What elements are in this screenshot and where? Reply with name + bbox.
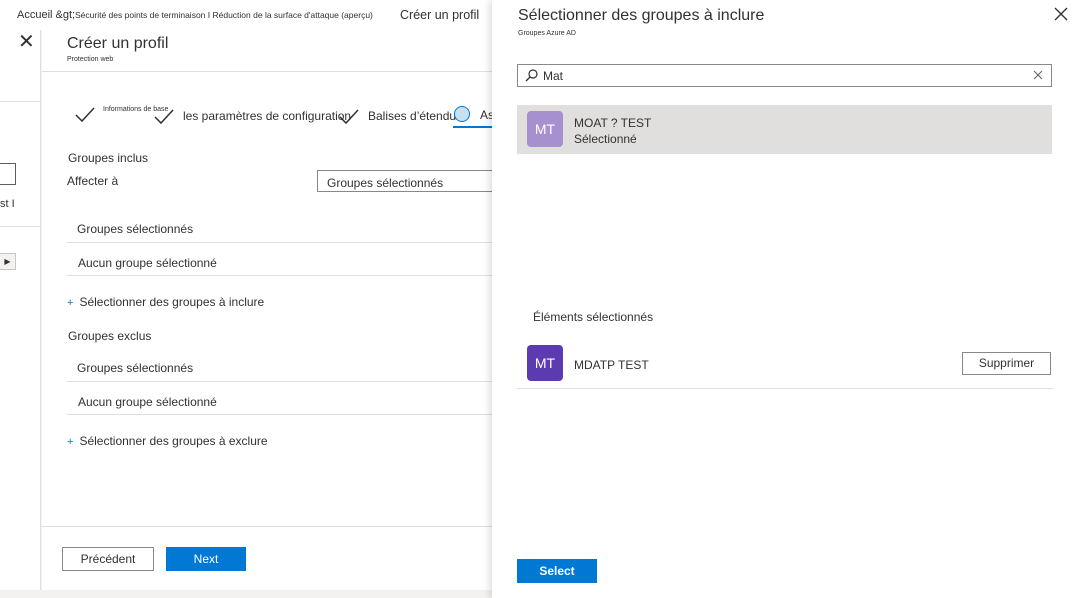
next-button[interactable]: Next	[166, 547, 246, 571]
close-profile-icon[interactable]: ✕	[18, 32, 35, 52]
divider	[517, 388, 1053, 389]
divider	[0, 226, 41, 227]
page-title: Créer un profil	[67, 35, 169, 52]
create-profile-panel: Créer un profil Protection web Informati…	[42, 30, 494, 590]
search-icon	[525, 69, 538, 82]
active-step-underline	[453, 126, 493, 128]
assign-to-label: Affecter à	[67, 174, 119, 188]
select-include-groups-label: Sélectionner des groupes à inclure	[79, 295, 265, 309]
select-groups-panel: Sélectionner des groupes à inclure Group…	[492, 0, 1074, 598]
result-status: Sélectionné	[574, 132, 637, 146]
divider	[42, 526, 492, 527]
checkmark-icon	[154, 109, 174, 125]
close-icon[interactable]	[1053, 6, 1069, 22]
background-blade: st I ▶	[0, 30, 41, 590]
background-text: st I	[0, 198, 15, 210]
select-exclude-groups-link[interactable]: + Sélectionner des groupes à exclure	[67, 434, 268, 448]
divider	[42, 71, 492, 72]
checkmark-icon	[339, 109, 359, 125]
page-subtitle: Protection web	[67, 56, 114, 63]
assign-to-value: Groupes sélectionnés	[327, 176, 444, 190]
search-input[interactable]: Mat	[517, 64, 1052, 87]
plus-icon: +	[67, 297, 74, 309]
background-input[interactable]	[0, 163, 16, 185]
select-exclude-groups-label: Sélectionner des groupes à exclure	[79, 434, 268, 448]
search-result-row[interactable]: MT MOAT ? TEST Sélectionné	[517, 105, 1052, 154]
previous-button[interactable]: Précédent	[62, 547, 154, 571]
panel-title: Sélectionner des groupes à inclure	[518, 7, 765, 24]
remove-button[interactable]: Supprimer	[962, 352, 1051, 375]
selected-items-heading: Éléments sélectionnés	[533, 310, 654, 324]
excluded-empty-text: Aucun groupe sélectionné	[78, 395, 217, 409]
select-button[interactable]: Select	[517, 559, 597, 583]
assign-to-dropdown[interactable]: Groupes sélectionnés	[317, 170, 492, 192]
divider	[67, 242, 492, 243]
divider	[67, 275, 492, 276]
step-current-indicator-icon	[454, 106, 470, 122]
step-scope-tags[interactable]: Balises d’étendue	[368, 109, 463, 123]
excluded-column-header: Groupes sélectionnés	[77, 361, 194, 375]
checkmark-icon	[75, 107, 95, 123]
select-include-groups-link[interactable]: + Sélectionner des groupes à inclure	[67, 295, 264, 309]
breadcrumb-current: Créer un profil	[400, 8, 480, 22]
breadcrumb-home-link[interactable]: Accueil &gt;	[17, 9, 75, 21]
divider	[67, 381, 492, 382]
avatar: MT	[527, 111, 563, 147]
selected-item-name: MDATP TEST	[574, 358, 649, 372]
excluded-groups-heading: Groupes exclus	[68, 329, 152, 343]
breadcrumb: Accueil &gt; Sécurité des points de term…	[0, 0, 492, 30]
divider	[0, 101, 41, 102]
breadcrumb-path-link[interactable]: Sécurité des points de terminaison I Réd…	[75, 10, 373, 20]
clear-search-icon[interactable]	[1033, 70, 1043, 80]
included-groups-heading: Groupes inclus	[68, 151, 149, 165]
included-column-header: Groupes sélectionnés	[77, 222, 194, 236]
app-root: Accueil &gt; Sécurité des points de term…	[0, 0, 1074, 598]
avatar: MT	[527, 345, 563, 381]
plus-icon: +	[67, 436, 74, 448]
search-value: Mat	[543, 69, 564, 83]
divider	[67, 414, 492, 415]
panel-subtitle: Groupes Azure AD	[518, 30, 576, 37]
expand-arrow-icon[interactable]: ▶	[0, 253, 16, 270]
result-name: MOAT ? TEST	[574, 116, 652, 130]
included-empty-text: Aucun groupe sélectionné	[78, 256, 217, 270]
step-configuration[interactable]: les paramètres de configuration	[183, 109, 351, 123]
